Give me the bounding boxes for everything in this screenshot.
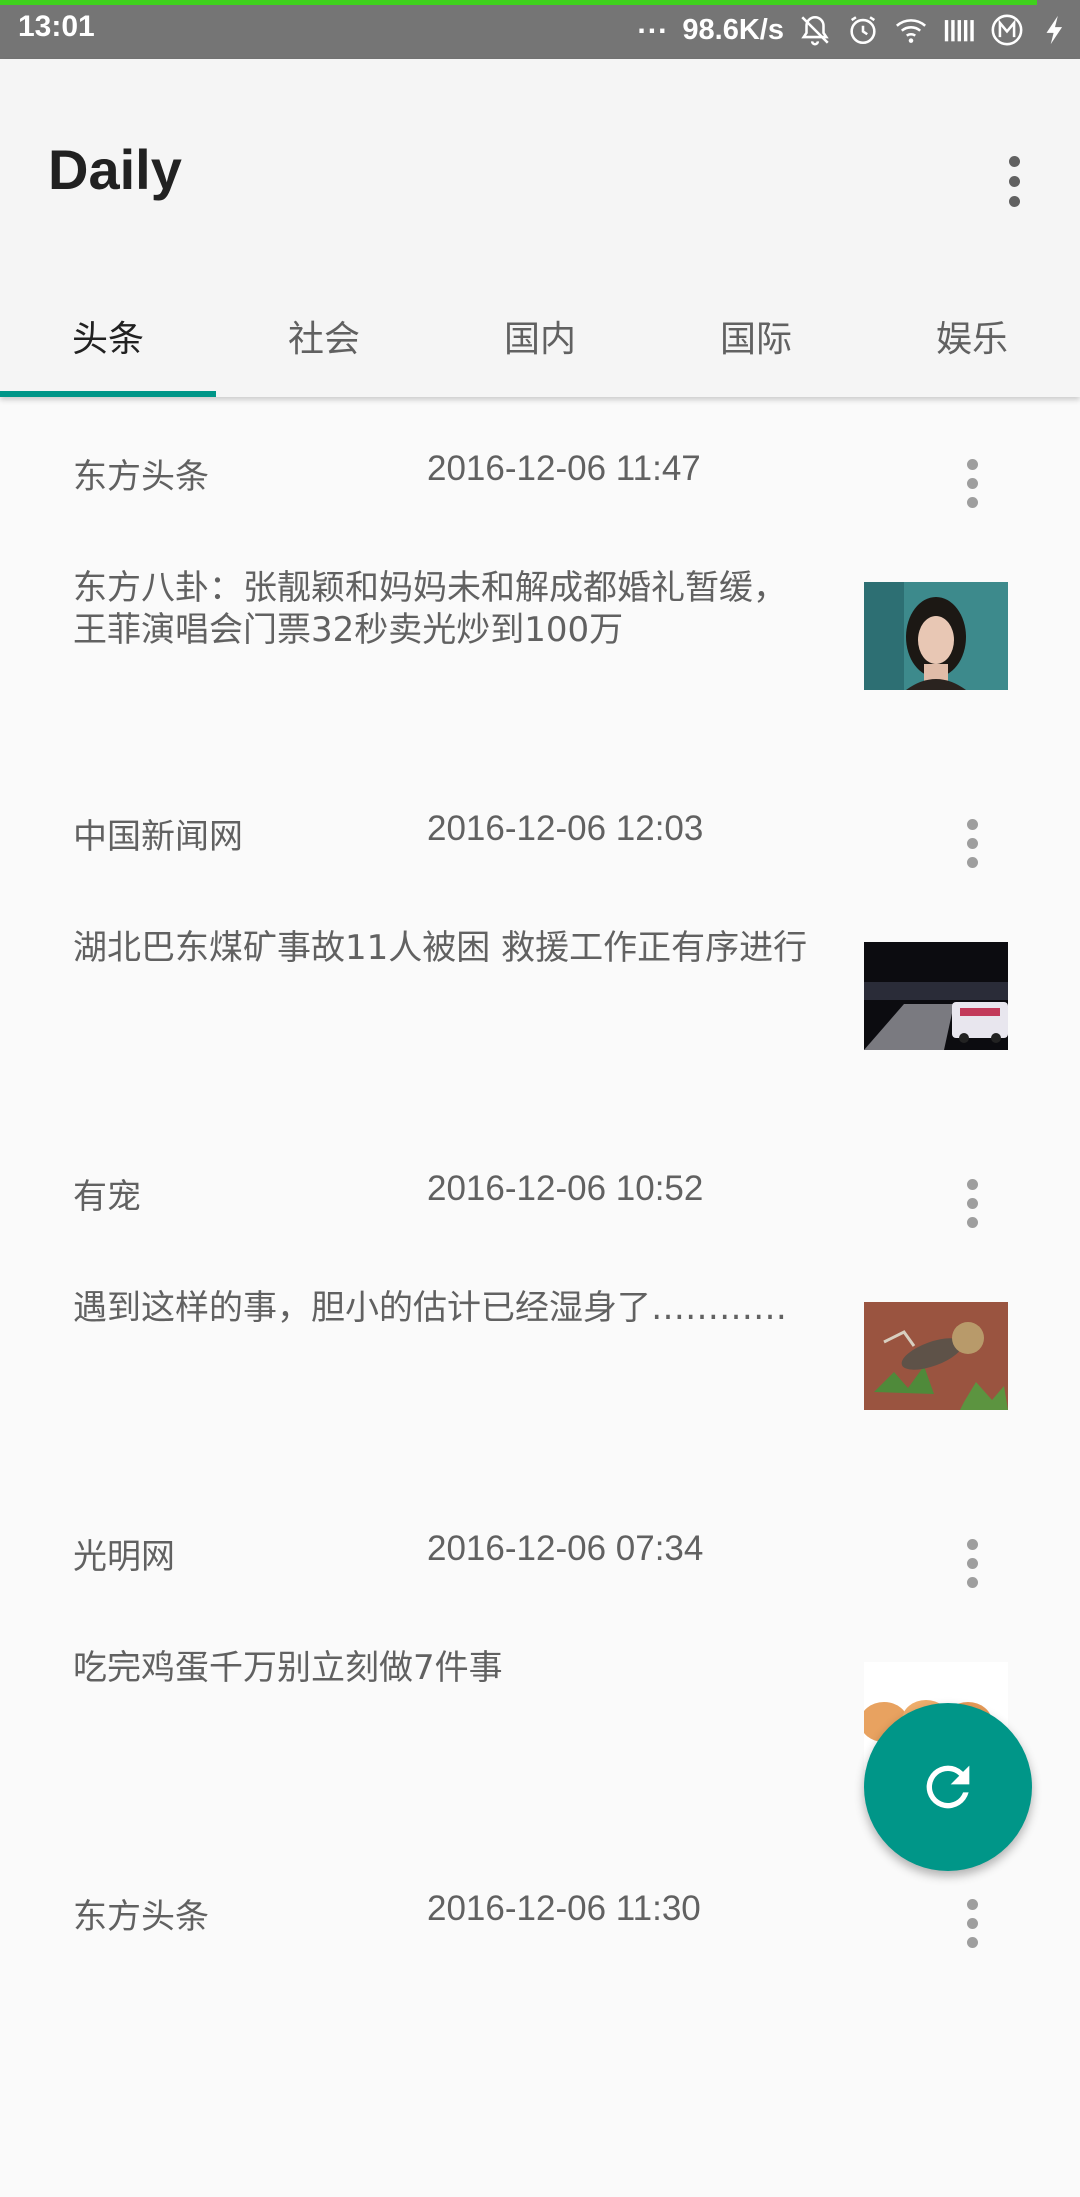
news-source: 有宠 [73, 1177, 141, 1217]
signal-icon [942, 13, 976, 47]
news-item[interactable]: 东方头条 2016-12-06 11:47 东方八卦：张靓颖和妈妈未和解成都婚礼… [0, 397, 1080, 757]
more-vert-icon[interactable] [948, 1171, 996, 1235]
news-headline: 湖北巴东煤矿事故11人被困 救援工作正有序进行 [73, 928, 808, 968]
m-icon [990, 13, 1024, 47]
news-thumbnail[interactable] [864, 582, 1008, 690]
tab-headlines[interactable]: 头条 [0, 275, 216, 397]
charging-icon [1038, 13, 1072, 47]
news-item[interactable]: 中国新闻网 2016-12-06 12:03 湖北巴东煤矿事故11人被困 救援工… [0, 757, 1080, 1117]
more-vert-icon[interactable] [948, 451, 996, 515]
news-item[interactable]: 东方头条 2016-12-06 11:30 [0, 1837, 1080, 2197]
news-time: 2016-12-06 07:34 [427, 1529, 704, 1568]
news-headline: 遇到这样的事，胆小的估计已经湿身了………… [73, 1288, 787, 1328]
more-vert-icon[interactable] [948, 811, 996, 875]
app-bar: Daily 头条 社会 国内 国际 娱乐 [0, 59, 1080, 397]
news-thumbnail[interactable] [864, 942, 1008, 1050]
network-speed: 98.6K/s [682, 13, 784, 46]
more-vert-icon[interactable] [990, 141, 1038, 221]
tab-entertainment[interactable]: 娱乐 [864, 275, 1080, 397]
refresh-icon [916, 1755, 980, 1819]
tab-international[interactable]: 国际 [648, 275, 864, 397]
news-headline: 东方八卦：张靓颖和妈妈未和解成都婚礼暂缓，王菲演唱会门票32秒卖光炒到100万 [73, 568, 787, 650]
news-source: 中国新闻网 [73, 817, 243, 857]
more-vert-icon[interactable] [948, 1891, 996, 1955]
news-time: 2016-12-06 11:47 [427, 449, 701, 488]
app-title: Daily [48, 138, 182, 201]
news-time: 2016-12-06 11:30 [427, 1889, 701, 1928]
news-thumbnail[interactable] [864, 1302, 1008, 1410]
alarm-icon [846, 13, 880, 47]
news-time: 2016-12-06 10:52 [427, 1169, 704, 1208]
news-list: 东方头条 2016-12-06 11:47 东方八卦：张靓颖和妈妈未和解成都婚礼… [0, 397, 1080, 2197]
tab-society[interactable]: 社会 [216, 275, 432, 397]
download-progress-bar [0, 0, 1037, 5]
bell-off-icon [798, 13, 832, 47]
more-vert-icon[interactable] [948, 1531, 996, 1595]
news-headline: 吃完鸡蛋千万别立刻做7件事 [73, 1648, 503, 1688]
status-icons: ... 98.6K/s [637, 7, 1072, 51]
tab-bar: 头条 社会 国内 国际 娱乐 [0, 275, 1080, 397]
refresh-button[interactable] [864, 1703, 1032, 1871]
news-source: 光明网 [73, 1537, 175, 1577]
status-bar: 13:01 ... 98.6K/s [0, 0, 1080, 59]
status-time: 13:01 [18, 10, 95, 43]
news-item[interactable]: 有宠 2016-12-06 10:52 遇到这样的事，胆小的估计已经湿身了………… [0, 1117, 1080, 1477]
news-source: 东方头条 [73, 457, 209, 497]
news-source: 东方头条 [73, 1897, 209, 1937]
wifi-icon [894, 13, 928, 47]
tab-domestic[interactable]: 国内 [432, 275, 648, 397]
news-time: 2016-12-06 12:03 [427, 809, 704, 848]
notification-dots: ... [637, 7, 669, 40]
